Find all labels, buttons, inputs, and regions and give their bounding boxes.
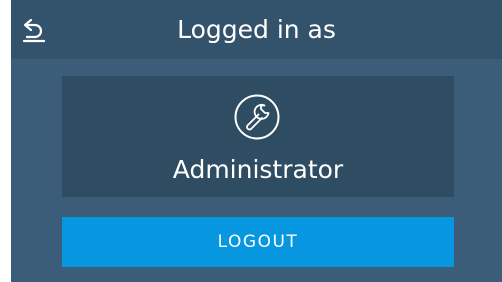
logout-button[interactable]: LOGOUT bbox=[62, 217, 454, 267]
login-status-screen: Logged in as Administrator LOGOUT bbox=[11, 0, 502, 282]
page-title: Logged in as bbox=[177, 15, 336, 44]
header-bar: Logged in as bbox=[11, 0, 502, 59]
wrench-icon bbox=[234, 94, 280, 140]
user-role-label: Administrator bbox=[172, 155, 344, 184]
user-card: Administrator bbox=[62, 76, 454, 197]
